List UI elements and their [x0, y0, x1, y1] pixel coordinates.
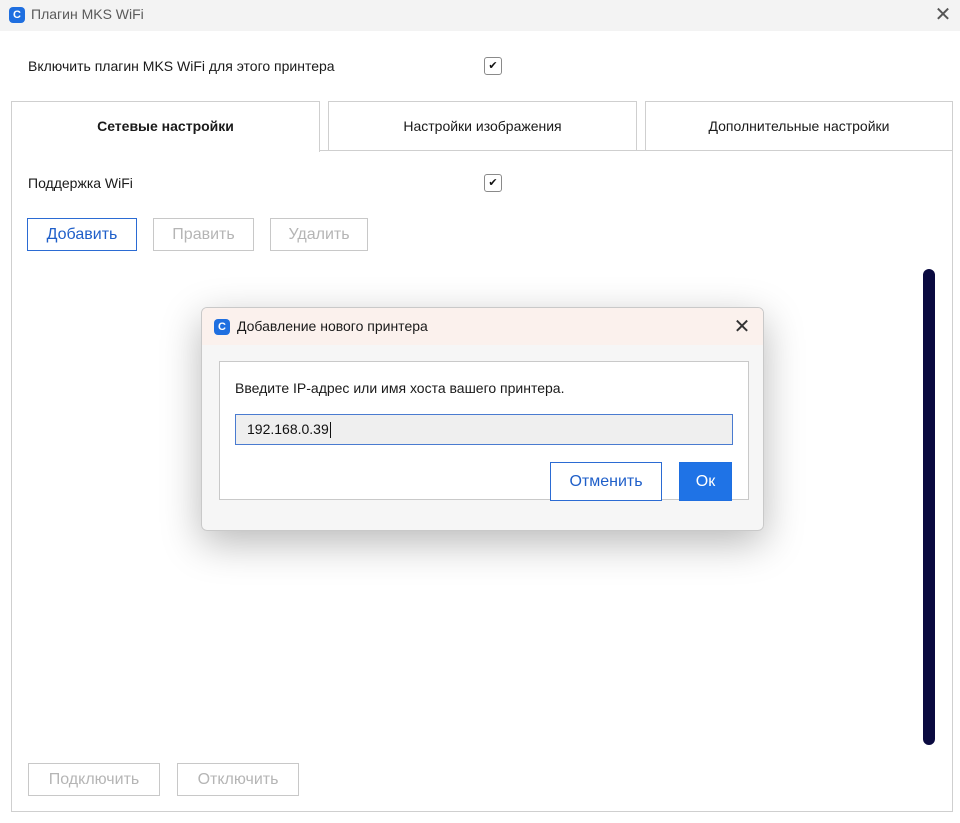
tab-advanced-settings[interactable]: Дополнительные настройки	[645, 101, 953, 151]
wifi-support-checkbox[interactable]: ✔	[484, 174, 502, 192]
checkmark-icon: ✔	[488, 177, 498, 189]
tab-panel-divider	[320, 150, 953, 151]
checkmark-icon: ✔	[488, 60, 498, 72]
dialog-titlebar: C Добавление нового принтера ✕	[202, 308, 763, 345]
delete-button[interactable]: Удалить	[270, 218, 368, 251]
ok-button[interactable]: Ок	[679, 462, 732, 501]
dialog-close-icon[interactable]: ✕	[729, 314, 755, 340]
printer-address-value: 192.168.0.39	[247, 421, 329, 437]
dialog-title: Добавление нового принтера	[237, 318, 428, 334]
window-close-icon[interactable]: ✕	[931, 3, 955, 27]
dialog-content-group: Введите IP-адрес или имя хоста вашего пр…	[219, 361, 749, 501]
dialog-prompt: Введите IP-адрес или имя хоста вашего пр…	[235, 380, 565, 396]
cancel-button[interactable]: Отменить	[550, 462, 662, 501]
disconnect-button[interactable]: Отключить	[177, 763, 299, 796]
tab-image-settings[interactable]: Настройки изображения	[328, 101, 637, 151]
window-title: Плагин MKS WiFi	[31, 6, 144, 22]
app-c-icon: C	[9, 7, 25, 23]
tab-network-settings[interactable]: Сетевые настройки	[11, 101, 320, 152]
printer-list-scrollbar[interactable]	[923, 269, 935, 745]
add-printer-dialog: C Добавление нового принтера ✕ Введите I…	[201, 307, 764, 531]
window-titlebar: C Плагин MKS WiFi ✕	[0, 0, 960, 31]
edit-button[interactable]: Править	[153, 218, 254, 251]
wifi-support-label: Поддержка WiFi	[28, 175, 133, 191]
app-c-icon: C	[214, 319, 230, 335]
enable-plugin-checkbox[interactable]: ✔	[484, 57, 502, 75]
printer-address-input[interactable]: 192.168.0.39	[235, 414, 733, 445]
connect-button[interactable]: Подключить	[28, 763, 160, 796]
enable-plugin-label: Включить плагин MKS WiFi для этого принт…	[28, 58, 335, 74]
text-caret	[329, 422, 331, 439]
add-button[interactable]: Добавить	[27, 218, 137, 251]
